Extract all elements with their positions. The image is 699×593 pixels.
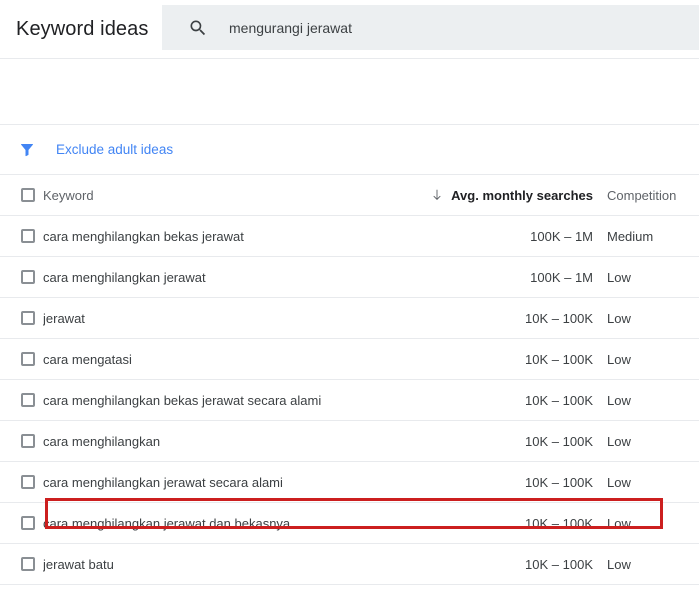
cell-competition: Low [607, 515, 631, 531]
cell-keyword: cara menghilangkan bekas jerawat [43, 228, 244, 244]
cell-keyword: cara menghilangkan jerawat dan bekasnya [43, 515, 291, 531]
row-select-cell[interactable] [0, 229, 43, 243]
cell-avg-monthly-searches: 10K – 100K [525, 392, 593, 408]
filter-funnel-icon[interactable] [18, 141, 36, 159]
cell-avg-monthly-searches: 10K – 100K [525, 433, 593, 449]
cell-avg-monthly-searches: 10K – 100K [525, 310, 593, 326]
table-row[interactable]: jerawat batu 10K – 100K Low [0, 544, 699, 585]
cell-competition: Low [607, 433, 631, 449]
cell-avg-monthly-searches: 10K – 100K [525, 474, 593, 490]
row-select-cell[interactable] [0, 475, 43, 489]
column-header-keyword[interactable]: Keyword [43, 188, 457, 203]
search-bar[interactable]: mengurangi jerawat [162, 5, 699, 50]
row-checkbox[interactable] [21, 311, 35, 325]
table-row[interactable]: cara menghilangkan bekas jerawat secara … [0, 380, 699, 421]
table-row[interactable]: jerawat 10K – 100K Low [0, 298, 699, 339]
table-row[interactable]: cara menghilangkan jerawat 100K – 1M Low [0, 257, 699, 298]
cell-keyword: cara menghilangkan [43, 433, 161, 449]
toolbar-blank-area [0, 59, 699, 125]
row-select-cell[interactable] [0, 557, 43, 571]
cell-keyword: jerawat batu [43, 556, 114, 572]
column-header-avg-monthly-searches[interactable]: Avg. monthly searches [433, 188, 607, 203]
search-icon [190, 20, 206, 35]
cell-competition: Low [607, 310, 631, 326]
cell-competition: Low [607, 269, 631, 285]
cell-competition: Medium [607, 228, 654, 244]
row-select-cell[interactable] [0, 434, 43, 448]
row-select-cell[interactable] [0, 393, 43, 407]
table-row[interactable]: cara menghilangkan jerawat secara alami … [0, 462, 699, 503]
row-checkbox[interactable] [21, 229, 35, 243]
table-row[interactable]: cara mengatasi 10K – 100K Low [0, 339, 699, 380]
cell-keyword: cara menghilangkan jerawat secara alami [43, 474, 283, 490]
cell-keyword: cara menghilangkan jerawat [43, 269, 206, 285]
search-input[interactable]: mengurangi jerawat [229, 20, 352, 36]
select-all-checkbox[interactable] [21, 188, 35, 202]
row-checkbox[interactable] [21, 352, 35, 366]
app-header: Keyword ideas mengurangi jerawat [0, 0, 699, 59]
table-header-row: Keyword Avg. monthly searches Competitio… [0, 175, 699, 216]
row-select-cell[interactable] [0, 352, 43, 366]
cell-avg-monthly-searches: 10K – 100K [525, 556, 593, 572]
row-checkbox[interactable] [21, 516, 35, 530]
column-header-avg-monthly-searches-label: Avg. monthly searches [451, 187, 593, 203]
table-row[interactable]: cara menghilangkan bekas jerawat 100K – … [0, 216, 699, 257]
cell-keyword: cara menghilangkan bekas jerawat secara … [43, 392, 322, 408]
row-checkbox[interactable] [21, 475, 35, 489]
row-select-cell[interactable] [0, 516, 43, 530]
table-row-highlighted[interactable]: cara menghilangkan jerawat dan bekasnya … [0, 498, 699, 544]
keyword-ideas-table: Keyword Avg. monthly searches Competitio… [0, 175, 699, 585]
cell-competition: Low [607, 556, 631, 572]
filter-bar[interactable]: Exclude adult ideas [0, 125, 699, 175]
cell-avg-monthly-searches: 10K – 100K [525, 351, 593, 367]
select-all-cell[interactable] [0, 188, 43, 202]
cell-avg-monthly-searches: 10K – 100K [525, 515, 593, 531]
arrow-down-icon [433, 189, 441, 200]
cell-competition: Low [607, 474, 631, 490]
cell-keyword: cara mengatasi [43, 351, 132, 367]
row-checkbox[interactable] [21, 434, 35, 448]
table-row[interactable]: cara menghilangkan 10K – 100K Low [0, 421, 699, 462]
cell-competition: Low [607, 392, 631, 408]
row-checkbox[interactable] [21, 270, 35, 284]
page-title: Keyword ideas [16, 18, 149, 40]
cell-competition: Low [607, 351, 631, 367]
exclude-adult-ideas-label[interactable]: Exclude adult ideas [56, 142, 173, 157]
row-select-cell[interactable] [0, 270, 43, 284]
row-checkbox[interactable] [21, 557, 35, 571]
cell-keyword: jerawat [43, 310, 85, 326]
column-header-competition[interactable]: Competition [607, 188, 699, 203]
cell-avg-monthly-searches: 100K – 1M [530, 269, 593, 285]
cell-avg-monthly-searches: 100K – 1M [530, 228, 593, 244]
row-select-cell[interactable] [0, 311, 43, 325]
row-checkbox[interactable] [21, 393, 35, 407]
